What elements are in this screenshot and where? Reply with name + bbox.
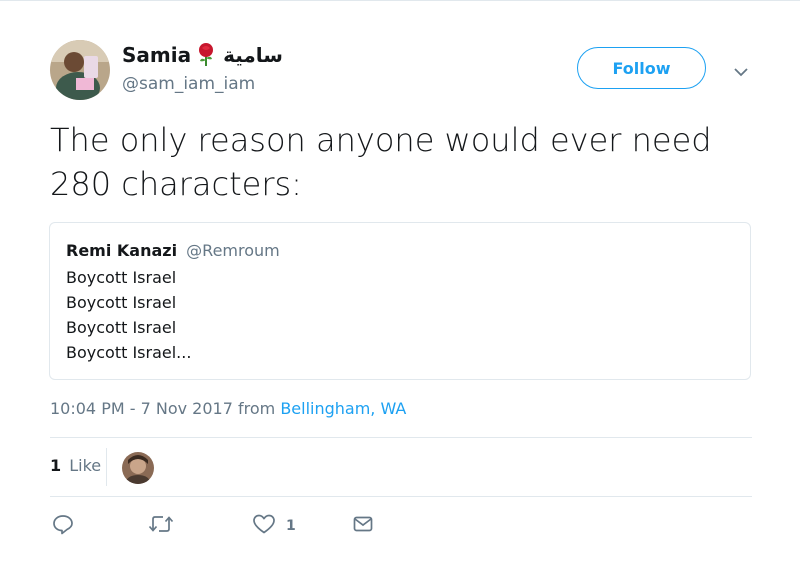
location-link[interactable]: Bellingham, WA — [280, 399, 406, 418]
author-avatar[interactable] — [50, 40, 110, 100]
envelope-icon — [352, 513, 374, 539]
quoted-tweet-card[interactable]: Remi Kanazi @Remroum Boycott Israel Boyc… — [49, 222, 751, 380]
direct-message-button[interactable] — [352, 514, 374, 538]
tweet-text: The only reason anyone would ever need 2… — [50, 121, 712, 203]
author-display-name[interactable]: Samia — [122, 43, 191, 67]
quoted-author-handle: @Remroum — [186, 241, 280, 260]
from-label: from — [237, 399, 276, 418]
heart-icon — [252, 513, 276, 539]
stats-divider-top — [50, 437, 752, 438]
tweet-timestamp[interactable]: 10:04 PM - 7 Nov 2017 — [50, 399, 233, 418]
like-button[interactable]: 1 — [252, 514, 296, 538]
author-handle[interactable]: @sam_iam_iam — [122, 74, 255, 94]
like-count: 1 — [286, 518, 296, 534]
quoted-line: Boycott Israel — [66, 268, 177, 287]
author-arabic-name: سامية — [223, 43, 283, 67]
quoted-tweet-header: Remi Kanazi @Remroum — [66, 241, 280, 260]
reply-icon — [52, 513, 74, 539]
retweet-icon — [148, 513, 174, 539]
author-name-row[interactable]: Samia سامية — [122, 40, 283, 70]
likes-count: 1 — [50, 456, 62, 475]
top-divider — [0, 0, 800, 1]
follow-button[interactable]: Follow — [577, 47, 706, 89]
quoted-line: Boycott Israel — [66, 318, 177, 337]
quoted-line: Boycott Israel — [66, 293, 177, 312]
likes-label: Like — [69, 456, 102, 475]
quoted-author-name: Remi Kanazi — [66, 241, 178, 260]
quoted-line: Boycott Israel... — [66, 343, 192, 362]
rose-icon — [197, 43, 215, 67]
stats-vertical-divider — [106, 448, 107, 486]
liker-avatar[interactable] — [122, 452, 154, 484]
tweet-metadata: 10:04 PM - 7 Nov 2017 from Bellingham, W… — [50, 399, 406, 418]
stats-divider-bottom — [50, 496, 752, 497]
likes-stat[interactable]: 1 Like — [50, 456, 101, 475]
chevron-down-icon[interactable] — [733, 63, 749, 77]
reply-button[interactable] — [52, 514, 74, 538]
retweet-button[interactable] — [148, 514, 174, 538]
quoted-tweet-body: Boycott Israel Boycott Israel Boycott Is… — [66, 265, 191, 365]
